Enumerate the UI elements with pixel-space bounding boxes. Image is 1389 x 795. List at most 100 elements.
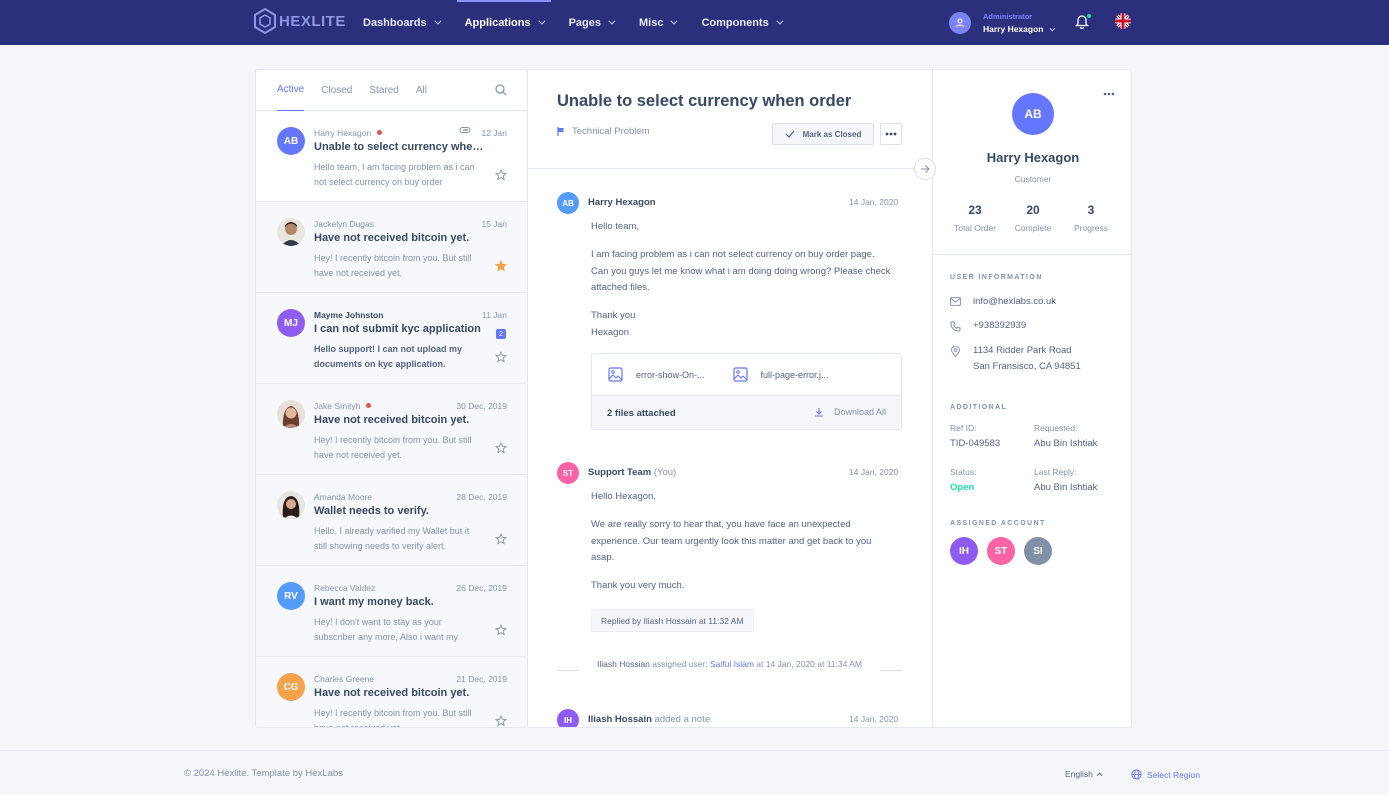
star-icon[interactable] — [495, 715, 507, 727]
profile-stats: 23 Total Order 20 Complete 3 Progress — [949, 203, 1117, 233]
nav-dashboards[interactable]: Dashboards — [363, 0, 442, 45]
avatar-photo — [277, 218, 305, 246]
sender-row: Jake Smityh — [314, 401, 372, 411]
avatar: AB — [277, 127, 305, 155]
avatar-photo — [277, 400, 305, 428]
tab-active[interactable]: Active — [277, 70, 305, 111]
nav-misc[interactable]: Misc — [639, 0, 678, 45]
status-field: Status: Open — [950, 465, 976, 495]
section-title: ADDITIONAL — [950, 404, 1008, 411]
ticket-list-item[interactable]: Amanda Moore 28 Dec, 2019 Wallet needs t… — [256, 475, 527, 566]
reply-author: Iliash Hossain — [588, 714, 652, 725]
user-name: Harry Hexagon — [983, 24, 1044, 34]
message-snippet: Hey! I don't want to stay as your subscr… — [314, 617, 459, 642]
mail-icon — [950, 297, 961, 306]
stat-label: Progress — [1073, 223, 1108, 233]
field-value: Abu Bin Ishtiak — [1034, 482, 1098, 493]
message-snippet: Hey! I recently bitcoin from you. But st… — [314, 435, 472, 460]
attachment-file[interactable]: error-show-On-... — [608, 367, 705, 382]
stat-complete: 20 Complete — [1007, 203, 1059, 233]
reply-author-row: Iliash Hossain added a note — [588, 714, 710, 725]
reply-action: added a note — [654, 714, 711, 725]
ticket-tag[interactable]: Technical Problem — [557, 126, 650, 137]
ticket-title: Unable to select currency when order — [557, 92, 852, 110]
field-label: Last Reply: — [1034, 467, 1077, 477]
message-snippet: Hello support! I can not upload my docum… — [314, 344, 463, 369]
sender-row: Harry Hexagon — [314, 128, 383, 138]
star-filled-icon[interactable] — [495, 260, 507, 272]
user-menu[interactable]: Administrator Harry Hexagon — [949, 10, 1056, 36]
copyright: © 2024 Hexlite. Template by HexLabs — [184, 768, 343, 779]
nav-label: Applications — [464, 16, 531, 29]
reply-date: 14 Jan, 2020 — [849, 197, 899, 207]
ticket-tabs: Active Closed Stared All — [256, 70, 527, 111]
nav-pages[interactable]: Pages — [569, 0, 616, 45]
sender-name: Amanda Moore — [314, 492, 373, 502]
mark-closed-button[interactable]: Mark as Closed — [772, 123, 874, 145]
assigned-account-avatar[interactable]: IH — [950, 537, 978, 565]
star-icon[interactable] — [495, 442, 507, 454]
chevron-down-icon — [670, 17, 678, 25]
message-snippet: Hello team, I am facing problem as i can… — [314, 162, 475, 187]
reply-item: ST Support Team (You) 14 Jan, 2020 Hello… — [557, 462, 902, 637]
notification-dot — [1086, 13, 1092, 19]
assignment-note: Iliash Hossian assigned user: Saiful Isl… — [557, 658, 902, 688]
star-icon[interactable] — [495, 624, 507, 636]
star-icon[interactable] — [495, 169, 507, 181]
ticket-list-item[interactable]: MJ Mayme Johnston 11 Jan I can not submi… — [256, 293, 527, 384]
address-line: San Fransisco, CA 94851 — [973, 361, 1081, 372]
assigned-account-avatar[interactable]: SI — [1024, 537, 1052, 565]
section-title: USER INFORMATION — [950, 274, 1043, 281]
assigned-account-avatar[interactable]: ST — [987, 537, 1015, 565]
search-icon[interactable] — [495, 84, 507, 96]
address-line: 1134 Ridder Park Road — [973, 345, 1072, 356]
sender-name: Rebecca Valdez — [314, 583, 376, 593]
nav-components[interactable]: Components — [701, 0, 784, 45]
reply-author-row: Support Team (You) — [588, 467, 676, 478]
attachment-icon — [459, 127, 471, 133]
reply-author: Support Team — [588, 467, 652, 478]
select-region-link[interactable]: Select Region — [1131, 769, 1200, 780]
avatar: AB — [557, 192, 579, 214]
ticket-list-item[interactable]: RV Rebecca Valdez 26 Dec, 2019 I want my… — [256, 566, 527, 657]
image-icon — [608, 367, 623, 382]
download-all-label: Download All — [833, 407, 886, 417]
email-row: info@hexlabs.co.uk — [950, 294, 1056, 310]
flag-icon — [557, 127, 564, 136]
sender-name: Jackelyn Dugas — [314, 219, 375, 229]
assigned-user-link[interactable]: Saiful Islam — [710, 659, 754, 669]
download-all-link[interactable]: Download All — [814, 407, 886, 417]
message-date: 26 Dec, 2019 — [456, 583, 507, 593]
ticket-list-item[interactable]: Jackelyn Dugas 15 Jan Have not received … — [256, 202, 527, 293]
language-selector[interactable]: English — [1065, 769, 1103, 779]
assign-actor: Iliash Hossian — [597, 659, 650, 669]
nav-applications[interactable]: Applications — [456, 0, 551, 45]
status-badge: Open — [950, 482, 975, 493]
ticket-list-item[interactable]: Jake Smityh 30 Dec, 2019 Have not receiv… — [256, 384, 527, 475]
user-icon — [955, 18, 965, 28]
reply-paragraph: Hello Hexagon, — [591, 491, 656, 502]
reply-paragraph: We are really sorry to hear that, you ha… — [591, 519, 872, 563]
tab-closed[interactable]: Closed — [321, 70, 352, 111]
uk-flag-icon[interactable] — [1115, 13, 1131, 29]
star-icon[interactable] — [495, 533, 507, 545]
message-subject: Wallet needs to verify. — [314, 505, 429, 517]
message-date: 11 Jan — [482, 310, 507, 320]
email-value: info@hexlabs.co.uk — [973, 296, 1057, 307]
field-value: Abu Bin Ishtiak — [1034, 438, 1098, 449]
toggle-profile-button[interactable] — [914, 158, 936, 180]
ticket-list-item[interactable]: CG Charles Greene 21 Dec, 2019 Have not … — [256, 657, 527, 727]
more-options-icon[interactable] — [1103, 84, 1115, 99]
brand-logo[interactable]: HEXLITE — [254, 8, 346, 34]
replied-by-badge: Replied by Iliash Hossain at 11:32 AM — [591, 609, 754, 632]
message-subject: Have not received bitcoin yet. — [314, 232, 470, 244]
page-footer: © 2024 Hexlite. Template by HexLabs Engl… — [0, 750, 1389, 795]
ticket-list-item[interactable]: AB Harry Hexagon 12 Jan Unable to select… — [256, 111, 527, 202]
star-icon[interactable] — [495, 351, 507, 363]
tab-all[interactable]: All — [416, 70, 427, 111]
more-dots-icon — [885, 132, 897, 136]
more-options-button[interactable] — [880, 123, 902, 145]
tab-stared[interactable]: Stared — [369, 70, 398, 111]
chevron-down-icon — [1050, 25, 1056, 32]
attachment-file[interactable]: full-page-error.j... — [732, 367, 829, 382]
